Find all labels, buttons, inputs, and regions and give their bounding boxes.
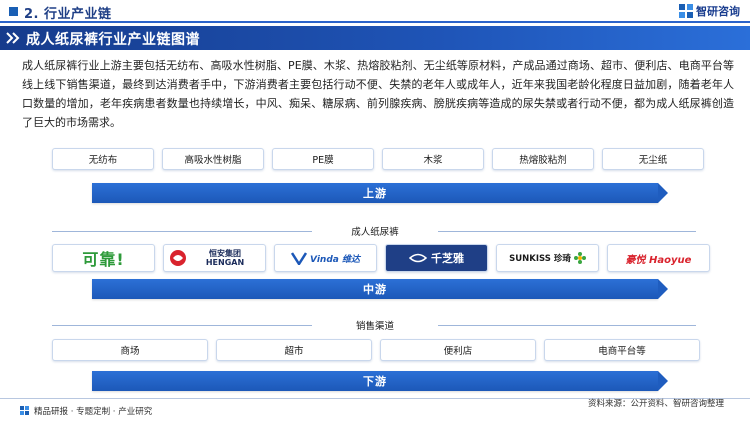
upstream-bar: 上游 <box>92 183 668 203</box>
upstream-label: 上游 <box>363 187 387 200</box>
channel-item: 超市 <box>216 339 372 361</box>
double-chevron-icon <box>6 31 20 45</box>
sales-channels: 商场 超市 便利店 电商平台等 <box>52 339 700 361</box>
brand-logo-sunkiss: SUNKISS 珍琦 <box>496 244 599 272</box>
channel-item: 便利店 <box>380 339 536 361</box>
upstream-materials: 无纺布 高吸水性树脂 PE膜 木浆 热熔胶粘剂 无尘纸 <box>52 148 704 170</box>
header-divider <box>0 21 750 23</box>
top-header: 2. 行业产业链 智研咨询 <box>0 0 750 24</box>
brand-logo-vinda: Vinda 维达 <box>274 244 377 272</box>
arrow-right-icon <box>658 371 668 391</box>
group-divider <box>52 231 312 232</box>
material-item: 热熔胶粘剂 <box>492 148 594 170</box>
qianzhiya-mark-icon <box>409 253 427 263</box>
arrow-right-icon <box>658 279 668 299</box>
group-divider <box>438 325 696 326</box>
group-divider <box>52 325 312 326</box>
section-title: 成人纸尿裤行业产业链图谱 <box>26 32 200 48</box>
sunkiss-flower-icon <box>573 252 586 264</box>
channels-group-label: 销售渠道 <box>355 321 394 332</box>
brand: 智研咨询 <box>679 3 740 19</box>
midstream-label: 中游 <box>363 283 387 296</box>
footer-tagline: 精品研报 · 专题定制 · 产业研究 <box>20 405 152 417</box>
arrow-right-icon <box>658 183 668 203</box>
source-note: 资料来源：公开资料、智研咨询整理 <box>587 399 724 409</box>
header-square-icon <box>9 7 18 16</box>
channel-item: 商场 <box>52 339 208 361</box>
midstream-bar: 中游 <box>92 279 668 299</box>
midstream-group-label: 成人纸尿裤 <box>351 227 399 238</box>
material-item: PE膜 <box>272 148 374 170</box>
downstream-bar: 下游 <box>92 371 668 391</box>
brand-logos: 可靠! 恒安集团 HENGAN Vinda 维达 千芝雅 SUNKISS 珍琦 … <box>52 244 710 272</box>
brand-logo-qianzhiya: 千芝雅 <box>385 244 488 272</box>
brand-logo-kekao: 可靠! <box>52 244 155 272</box>
material-item: 高吸水性树脂 <box>162 148 264 170</box>
group-divider <box>438 231 696 232</box>
section-header: 成人纸尿裤行业产业链图谱 <box>0 26 750 50</box>
brand-logo-hengan: 恒安集团 HENGAN <box>163 244 266 272</box>
material-item: 无纺布 <box>52 148 154 170</box>
footer-tagline-text: 精品研报 · 专题定制 · 产业研究 <box>34 407 153 417</box>
brand-logo-icon <box>679 4 693 18</box>
intro-paragraph: 成人纸尿裤行业上游主要包括无纺布、高吸水性树脂、PE膜、木浆、热熔胶粘剂、无尘纸… <box>22 59 734 129</box>
brand-logo-haoyue: 豪悦 Haoyue <box>607 244 710 272</box>
footer-logo-icon <box>20 406 29 415</box>
downstream-label: 下游 <box>363 375 387 388</box>
hengan-mark-icon <box>170 250 186 266</box>
channel-item: 电商平台等 <box>544 339 700 361</box>
material-item: 无尘纸 <box>602 148 704 170</box>
page-section-title: 2. 行业产业链 <box>24 7 112 22</box>
vinda-mark-icon <box>291 252 308 265</box>
material-item: 木浆 <box>382 148 484 170</box>
brand-name: 智研咨询 <box>696 5 740 18</box>
